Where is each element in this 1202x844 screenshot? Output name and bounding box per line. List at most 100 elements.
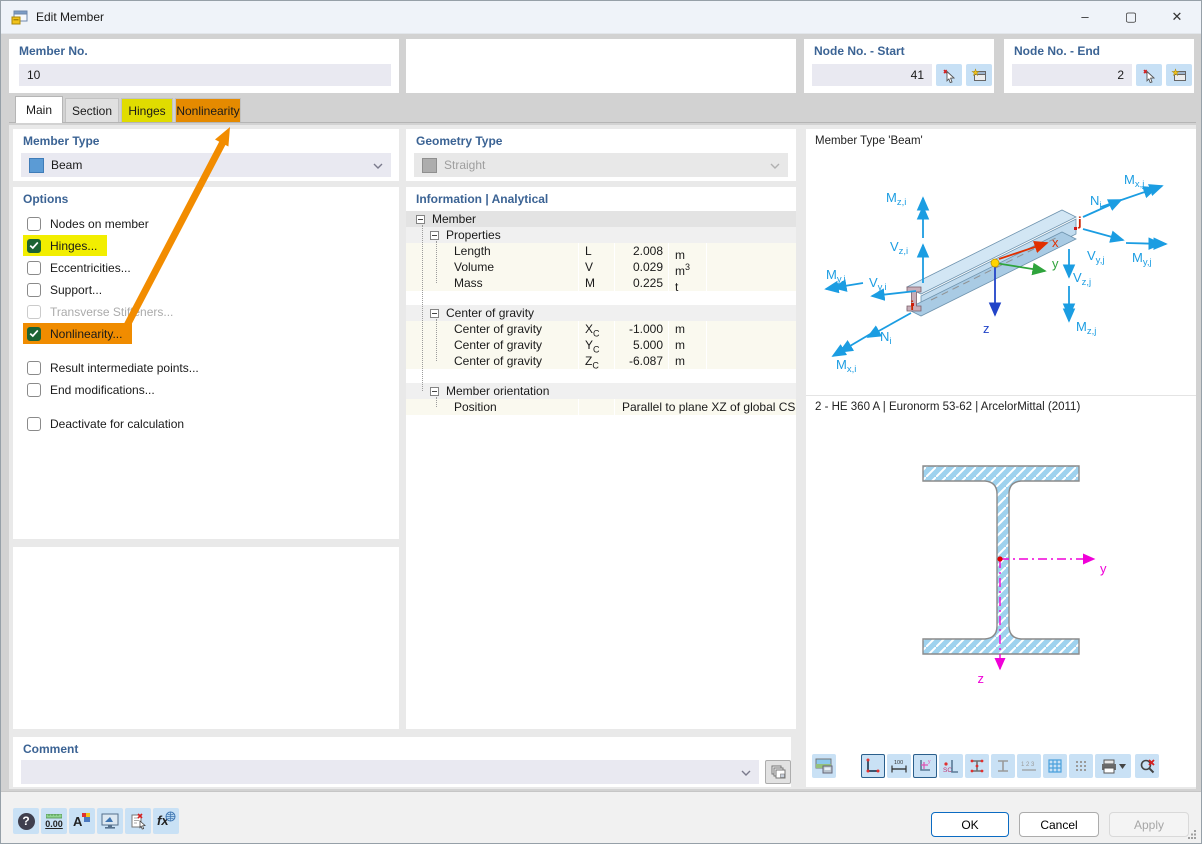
- checkbox-icon[interactable]: [27, 417, 41, 431]
- collapse-icon[interactable]: [430, 309, 439, 318]
- svg-text:Mz,j: Mz,j: [1076, 319, 1096, 337]
- collapse-icon[interactable]: [430, 231, 439, 240]
- tree-guide-line: [436, 397, 437, 407]
- svg-text:x: x: [1052, 235, 1059, 250]
- collapse-icon[interactable]: [430, 387, 439, 396]
- formula-icon[interactable]: fx: [153, 808, 179, 834]
- node-start-new-icon[interactable]: ★: [966, 64, 992, 86]
- node-end-new-icon[interactable]: ★: [1166, 64, 1192, 86]
- option-label: Result intermediate points...: [50, 361, 199, 375]
- option-transverse-stiffeners: Transverse Stiffeners...: [23, 301, 183, 322]
- svg-text:Vz,j: Vz,j: [1073, 270, 1091, 288]
- option-label: Nonlinearity...: [50, 327, 122, 341]
- checkbox-icon[interactable]: [27, 361, 41, 375]
- checkbox-checked-icon[interactable]: [27, 239, 41, 253]
- tree-row-member-orientation: Member orientation: [406, 383, 796, 399]
- print-icon[interactable]: [1095, 754, 1131, 778]
- display-properties-icon[interactable]: A: [69, 808, 95, 834]
- member-type-value: Beam: [51, 158, 82, 172]
- svg-text:z: z: [983, 321, 990, 336]
- option-hinges[interactable]: Hinges...: [23, 235, 107, 256]
- display-on-screen-icon[interactable]: [97, 808, 123, 834]
- svg-text:Mz,i: Mz,i: [886, 190, 906, 208]
- comment-select[interactable]: [21, 760, 759, 784]
- section-axes-icon[interactable]: y: [913, 754, 937, 778]
- member-type-label: Member Type: [23, 134, 99, 148]
- option-label: Transverse Stiffeners...: [50, 305, 173, 319]
- svg-text:★: ★: [972, 68, 980, 78]
- tree-row-center-of-gravity: Center of gravity: [406, 305, 796, 321]
- stress-points-icon[interactable]: [965, 754, 989, 778]
- shear-center-icon[interactable]: SC: [939, 754, 963, 778]
- collapse-icon[interactable]: [416, 215, 425, 224]
- geometry-type-value: Straight: [444, 158, 485, 172]
- tree-guide-line: [422, 225, 423, 391]
- checkbox-icon[interactable]: [27, 261, 41, 275]
- option-label: End modifications...: [50, 383, 155, 397]
- cancel-button[interactable]: Cancel: [1019, 812, 1099, 837]
- option-result-intermediate-points[interactable]: Result intermediate points...: [23, 357, 209, 378]
- option-deactivate-for-calculation[interactable]: Deactivate for calculation: [23, 413, 194, 434]
- information-tree: Member Properties Length L 2.008 m Volum…: [406, 211, 796, 415]
- chevron-down-icon: [741, 765, 751, 779]
- section-outline-points-icon[interactable]: [861, 754, 885, 778]
- svg-text:y: y: [928, 759, 931, 765]
- tree-row-mass: Mass M 0.225 t: [406, 275, 796, 291]
- svg-text:SC: SC: [943, 767, 952, 774]
- maximize-icon[interactable]: ▢: [1108, 1, 1154, 32]
- zoom-reset-icon[interactable]: [1135, 754, 1159, 778]
- tab-hinges[interactable]: Hinges: [121, 98, 173, 122]
- ok-button[interactable]: OK: [931, 812, 1009, 837]
- option-support[interactable]: Support...: [23, 279, 112, 300]
- grid-icon[interactable]: [1043, 754, 1067, 778]
- information-group: Information | Analytical Member Properti…: [406, 187, 796, 729]
- comment-copy-icon[interactable]: [765, 760, 791, 784]
- node-end-input[interactable]: [1012, 64, 1132, 86]
- edit-member-dialog: Edit Member – ▢ ✕ Member No. Node No. - …: [0, 0, 1202, 844]
- checkbox-icon[interactable]: [27, 217, 41, 231]
- node-end-pick-icon[interactable]: [1136, 64, 1162, 86]
- render-view-icon[interactable]: [812, 754, 836, 778]
- node-start-label: Node No. - Start: [814, 44, 905, 58]
- tree-row-cog-y: Center of gravity YC 5.000 m: [406, 337, 796, 353]
- dimensions-icon[interactable]: 100: [887, 754, 911, 778]
- information-label: Information | Analytical: [416, 192, 548, 206]
- section-shape-icon[interactable]: [991, 754, 1015, 778]
- option-end-modifications[interactable]: End modifications...: [23, 379, 165, 400]
- svg-text:Ni: Ni: [880, 329, 892, 347]
- units-settings-icon[interactable]: 0.00: [41, 808, 67, 834]
- mesh-points-icon[interactable]: [1069, 754, 1093, 778]
- preview-panel: Member Type 'Beam': [806, 129, 1196, 787]
- tree-guide-line: [436, 319, 437, 361]
- close-icon[interactable]: ✕: [1154, 1, 1200, 32]
- tab-section[interactable]: Section: [65, 98, 119, 122]
- checkbox-icon[interactable]: [27, 383, 41, 397]
- help-icon[interactable]: ?: [13, 808, 39, 834]
- beam-type-color-icon: [29, 158, 44, 173]
- svg-text:1 2 3: 1 2 3: [1021, 762, 1035, 768]
- clear-input-icon[interactable]: [125, 808, 151, 834]
- resize-grip[interactable]: [1187, 829, 1197, 842]
- minimize-icon[interactable]: –: [1062, 1, 1108, 32]
- node-start-pick-icon[interactable]: [936, 64, 962, 86]
- option-nodes-on-member[interactable]: Nodes on member: [23, 213, 159, 234]
- tab-nonlinearity[interactable]: Nonlinearity: [175, 98, 241, 122]
- checkbox-icon[interactable]: [27, 283, 41, 297]
- svg-text:Nj: Nj: [1090, 193, 1102, 211]
- checkbox-checked-icon[interactable]: [27, 327, 41, 341]
- member-type-select[interactable]: Beam: [21, 153, 391, 177]
- option-nonlinearity[interactable]: Nonlinearity...: [23, 323, 132, 344]
- svg-text:Mx,i: Mx,i: [836, 357, 856, 375]
- tab-main[interactable]: Main: [15, 96, 63, 123]
- title-bar: Edit Member – ▢ ✕: [1, 1, 1201, 34]
- svg-text:100: 100: [894, 760, 903, 766]
- node-start-input[interactable]: [812, 64, 932, 86]
- beam-internal-forces-diagram: x y z i j Mz,i: [806, 147, 1196, 395]
- tab-strip-line: [9, 122, 1196, 123]
- member-no-input[interactable]: [19, 64, 391, 86]
- option-label: Deactivate for calculation: [50, 417, 184, 431]
- preview-toolbar: 100 y SC: [806, 754, 1196, 780]
- option-eccentricities[interactable]: Eccentricities...: [23, 257, 141, 278]
- point-numbering-icon[interactable]: 1 2 3: [1017, 754, 1041, 778]
- option-label: Nodes on member: [50, 217, 149, 231]
